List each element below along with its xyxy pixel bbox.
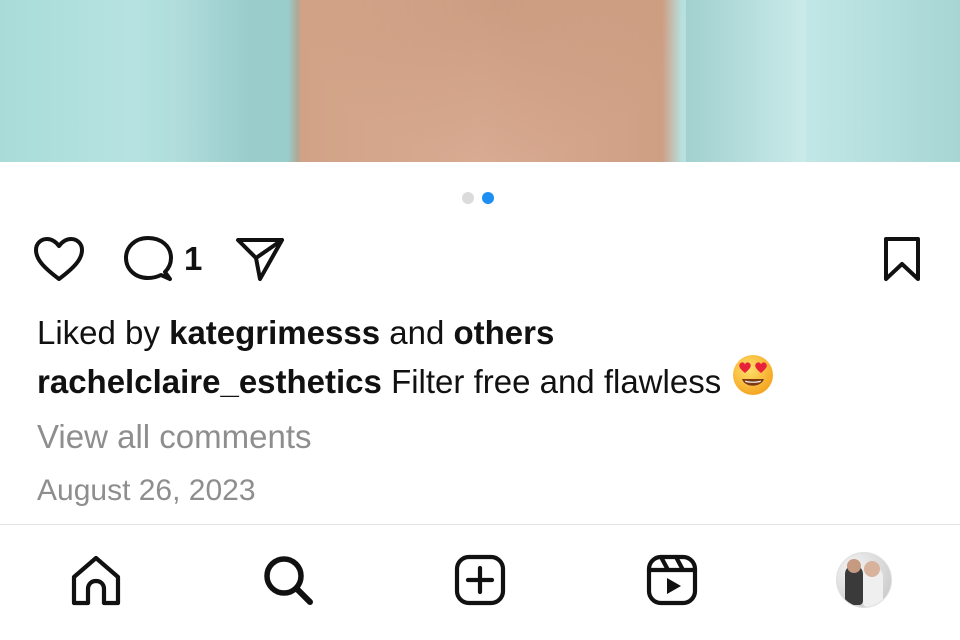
- comment-count: 1: [184, 240, 203, 277]
- post-image[interactable]: [0, 0, 960, 162]
- likes-others-link[interactable]: others: [453, 314, 554, 351]
- caption-username[interactable]: rachelclaire_esthetics: [37, 363, 382, 400]
- likes-joiner: and: [389, 314, 445, 351]
- heart-eyes-emoji-icon: [731, 353, 775, 407]
- search-icon: [264, 556, 313, 605]
- comment-bubble-icon: [124, 236, 173, 281]
- caption-text: Filter free and flawless: [391, 363, 722, 400]
- comment-button[interactable]: [122, 234, 174, 284]
- nav-create-button[interactable]: [452, 552, 508, 608]
- bottom-nav-divider: [0, 524, 960, 525]
- liked-by-username[interactable]: kategrimesss: [169, 314, 380, 351]
- image-region-right-lapel: [686, 0, 806, 162]
- likes-prefix: Liked by: [37, 314, 160, 351]
- post-date: August 26, 2023: [37, 474, 256, 507]
- nav-home-button[interactable]: [68, 552, 124, 608]
- heart-icon: [34, 237, 84, 281]
- image-region-left-lapel: [170, 0, 300, 162]
- share-button[interactable]: [234, 234, 286, 284]
- create-post-icon: [454, 554, 506, 606]
- nav-reels-button[interactable]: [644, 552, 700, 608]
- nav-profile-button[interactable]: [836, 552, 892, 608]
- profile-avatar: [836, 552, 892, 608]
- image-region-neckline: [298, 0, 688, 162]
- reels-icon: [646, 554, 698, 606]
- home-icon: [71, 555, 121, 606]
- nav-search-button[interactable]: [260, 552, 316, 608]
- carousel-dot-active: [482, 192, 494, 204]
- save-button[interactable]: [880, 234, 924, 284]
- carousel-dot: [462, 192, 474, 204]
- likes-summary: Liked by kategrimesss and others: [37, 312, 554, 354]
- post-caption: rachelclaire_esthetics Filter free and f…: [37, 355, 775, 407]
- like-button[interactable]: [32, 234, 86, 284]
- paper-plane-icon: [236, 238, 284, 281]
- carousel-indicator: [462, 192, 494, 204]
- bookmark-icon: [884, 237, 920, 281]
- view-all-comments-link[interactable]: View all comments: [37, 416, 312, 458]
